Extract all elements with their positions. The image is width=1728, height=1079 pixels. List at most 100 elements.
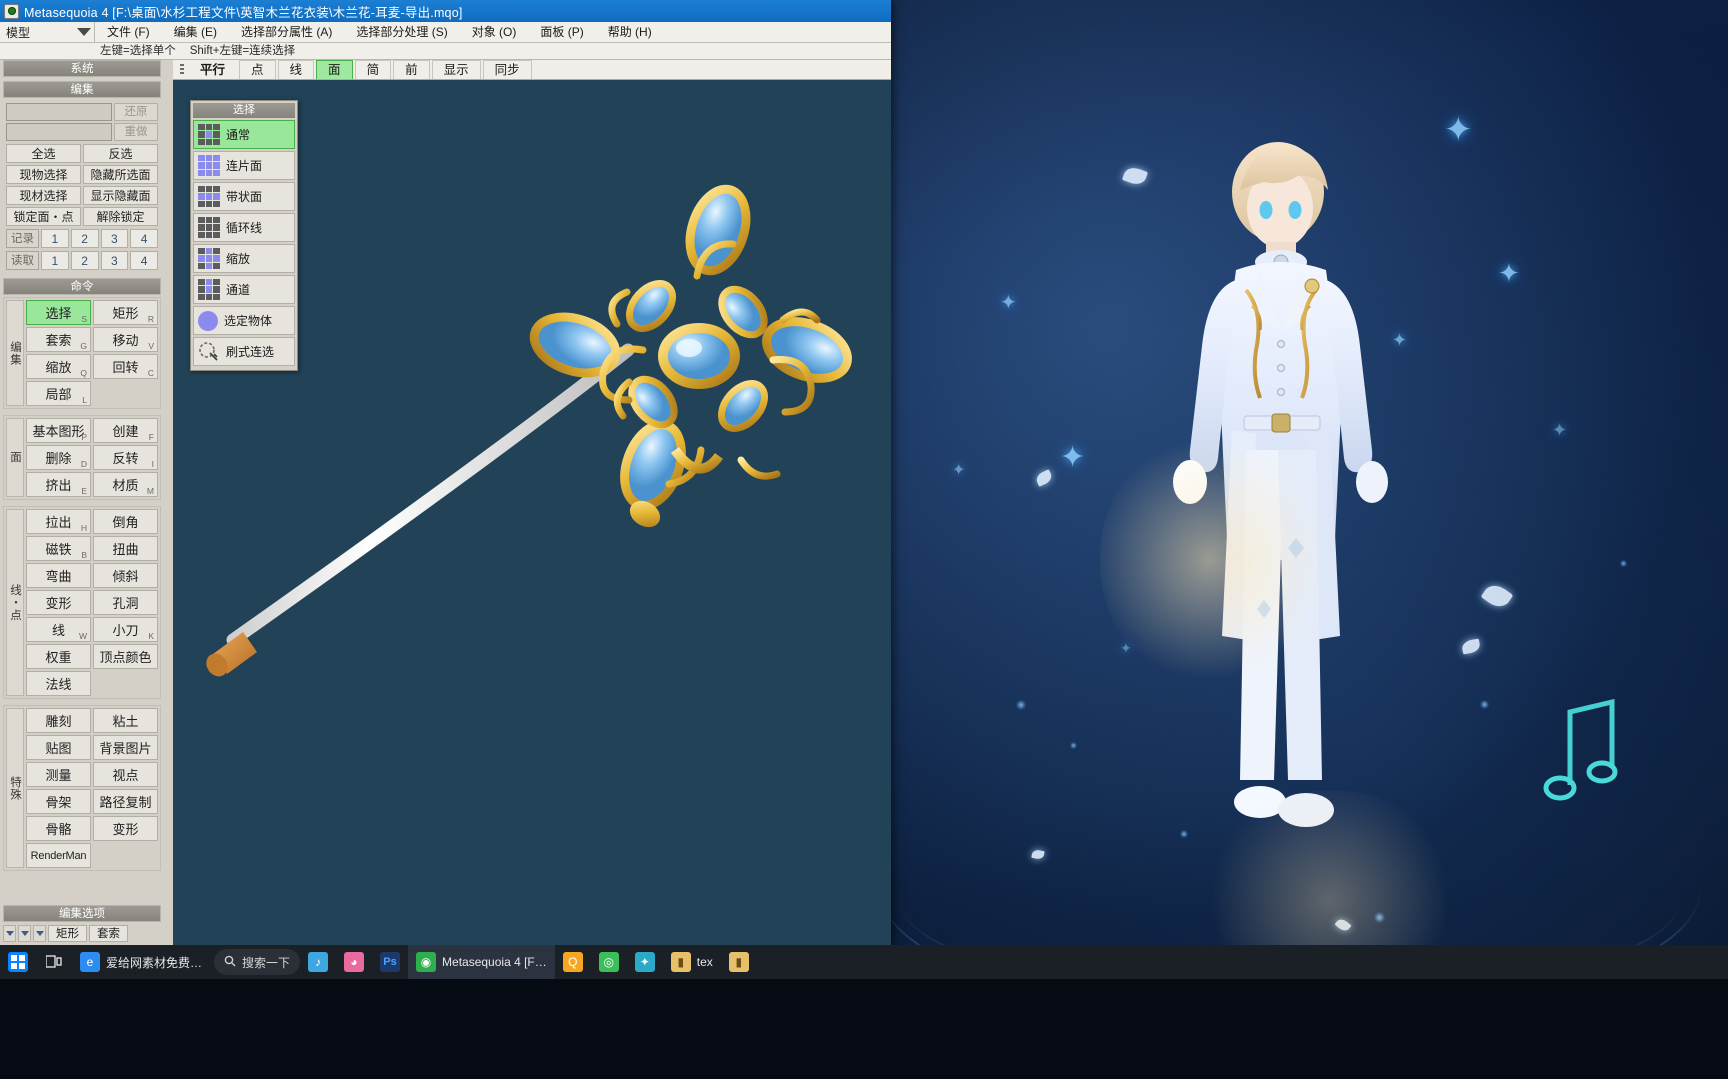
- cmd-background-image[interactable]: 背景图片: [93, 735, 158, 760]
- cmd-sculpt[interactable]: 雕刻: [26, 708, 91, 733]
- taskbar-item-qq[interactable]: Q: [555, 945, 591, 979]
- invert-select-button[interactable]: 反选: [83, 144, 158, 163]
- tab-line[interactable]: 线: [277, 60, 315, 79]
- cmd-move[interactable]: 移动 V: [93, 327, 158, 352]
- cmd-magnet[interactable]: 磁铁 B: [26, 536, 91, 561]
- cmd-extrude[interactable]: 挤出 E: [26, 472, 91, 497]
- taskbar-item-folder-tex[interactable]: ▮ tex: [663, 945, 721, 979]
- lock-faces-points-button[interactable]: 锁定面・点: [6, 207, 81, 226]
- show-hidden-faces-button[interactable]: 显示隐藏面: [83, 186, 158, 205]
- cmd-twist[interactable]: 扭曲: [93, 536, 158, 561]
- record-slot-1[interactable]: 1: [41, 229, 69, 248]
- tab-point[interactable]: 点: [239, 60, 276, 79]
- load-slot-3[interactable]: 3: [100, 251, 129, 270]
- triangle-icon-1[interactable]: [3, 925, 16, 942]
- taskbar-item-music[interactable]: ♪: [300, 945, 336, 979]
- undo-button[interactable]: 还原: [114, 103, 158, 121]
- cmd-path-copy[interactable]: 路径复制: [93, 789, 158, 814]
- taskbar-item-folder-2[interactable]: ▮: [721, 945, 757, 979]
- cmd-renderman[interactable]: RenderMan: [26, 843, 91, 868]
- select-mode-object[interactable]: 选定物体: [193, 306, 295, 335]
- edit-option-lasso[interactable]: 套索: [89, 925, 128, 942]
- tab-front[interactable]: 前: [393, 60, 430, 79]
- cmd-morph[interactable]: 变形: [93, 816, 158, 841]
- select-mode-palette[interactable]: 选择 通常 连片面 带状面 循环线 缩放 通道 选定物体 刷式连选: [190, 100, 298, 371]
- mode-selector[interactable]: 模型: [0, 22, 95, 42]
- undo-field[interactable]: [6, 103, 112, 121]
- load-slot-2[interactable]: 2: [70, 251, 99, 270]
- cmd-measure[interactable]: 测量: [26, 762, 91, 787]
- select-mode-connected-faces[interactable]: 连片面: [193, 151, 295, 180]
- cmd-invert-face[interactable]: 反转 I: [93, 445, 158, 470]
- load-slot-4[interactable]: 4: [130, 251, 158, 270]
- taskbar-item-metasequoia[interactable]: ◉ Metasequoia 4 [F…: [408, 945, 555, 979]
- panel-header-command[interactable]: 命令: [3, 278, 161, 295]
- tab-parallel[interactable]: 平行: [188, 60, 238, 79]
- taskbar-item-blender[interactable]: ✦: [627, 945, 663, 979]
- viewport-3d[interactable]: 选择 通常 连片面 带状面 循环线 缩放 通道 选定物体 刷式连选: [173, 80, 891, 945]
- record-slot-2[interactable]: 2: [70, 229, 99, 248]
- task-view-button[interactable]: [36, 945, 72, 979]
- tab-simple[interactable]: 简: [354, 60, 392, 79]
- cmd-bend[interactable]: 弯曲: [26, 563, 91, 588]
- cmd-local[interactable]: 局部 L: [26, 381, 91, 406]
- cmd-primitive[interactable]: 基本图形 P: [26, 418, 91, 443]
- cmd-create[interactable]: 创建 F: [93, 418, 158, 443]
- cmd-clay[interactable]: 粘土: [93, 708, 158, 733]
- edit-option-rect[interactable]: 矩形: [48, 925, 87, 942]
- cmd-scale[interactable]: 缩放 Q: [26, 354, 91, 379]
- select-all-button[interactable]: 全选: [6, 144, 81, 163]
- record-slot-4[interactable]: 4: [130, 229, 158, 248]
- select-mode-path[interactable]: 通道: [193, 275, 295, 304]
- menu-object[interactable]: 对象 (O): [460, 22, 529, 43]
- tabstrip-drag-handle[interactable]: [176, 60, 188, 79]
- cmd-pull[interactable]: 拉出 H: [26, 509, 91, 534]
- cmd-uv-map[interactable]: 贴图: [26, 735, 91, 760]
- taskbar-item-paint[interactable]: ◕: [336, 945, 372, 979]
- taskbar-item-photoshop[interactable]: Ps: [372, 945, 408, 979]
- cmd-bevel[interactable]: 倒角: [93, 509, 158, 534]
- select-current-object-button[interactable]: 现物选择: [6, 165, 81, 184]
- panel-header-system[interactable]: 系统: [3, 60, 161, 77]
- redo-button[interactable]: 重做: [114, 123, 158, 141]
- cmd-line[interactable]: 线 W: [26, 617, 91, 642]
- select-mode-brush[interactable]: 刷式连选: [193, 337, 295, 366]
- tab-face[interactable]: 面: [316, 60, 353, 79]
- menu-edit[interactable]: 编集 (E): [162, 22, 229, 43]
- cmd-deform[interactable]: 变形: [26, 590, 91, 615]
- select-mode-scale[interactable]: 缩放: [193, 244, 295, 273]
- cmd-knife[interactable]: 小刀 K: [93, 617, 158, 642]
- taskbar-search[interactable]: 搜索一下: [214, 949, 301, 975]
- tab-display[interactable]: 显示: [431, 60, 481, 79]
- cmd-viewpoint[interactable]: 视点: [93, 762, 158, 787]
- taskbar-item-browser[interactable]: e 爱给网素材免费…: [72, 945, 210, 979]
- cmd-select[interactable]: 选择 S: [26, 300, 91, 325]
- cmd-delete[interactable]: 删除 D: [26, 445, 91, 470]
- panel-header-edit-options[interactable]: 编集选项: [3, 905, 161, 922]
- cmd-vertex-color[interactable]: 顶点颜色: [93, 644, 158, 669]
- select-current-material-button[interactable]: 现材选择: [6, 186, 81, 205]
- menu-file[interactable]: 文件 (F): [95, 22, 162, 43]
- cmd-lasso[interactable]: 套索 G: [26, 327, 91, 352]
- hide-selected-faces-button[interactable]: 隐藏所选面: [83, 165, 158, 184]
- menu-panel[interactable]: 面板 (P): [528, 22, 595, 43]
- cmd-weight[interactable]: 权重: [26, 644, 91, 669]
- select-mode-normal[interactable]: 通常: [193, 120, 295, 149]
- menu-select-attr[interactable]: 选择部分属性 (A): [229, 22, 344, 43]
- select-mode-loop-line[interactable]: 循环线: [193, 213, 295, 242]
- triangle-icon-3[interactable]: [33, 925, 46, 942]
- cmd-bone[interactable]: 骨骼: [26, 816, 91, 841]
- unlock-button[interactable]: 解除锁定: [83, 207, 158, 226]
- menu-help[interactable]: 帮助 (H): [596, 22, 664, 43]
- triangle-icon-2[interactable]: [18, 925, 31, 942]
- cmd-shear[interactable]: 倾斜: [93, 563, 158, 588]
- cmd-material[interactable]: 材质 M: [93, 472, 158, 497]
- menu-select-process[interactable]: 选择部分处理 (S): [344, 22, 459, 43]
- record-slot-3[interactable]: 3: [100, 229, 129, 248]
- select-mode-band-faces[interactable]: 带状面: [193, 182, 295, 211]
- cmd-rotate[interactable]: 回转 C: [93, 354, 158, 379]
- tab-sync[interactable]: 同步: [482, 60, 532, 79]
- redo-field[interactable]: [6, 123, 112, 141]
- cmd-rect[interactable]: 矩形 R: [93, 300, 158, 325]
- cmd-normal[interactable]: 法线: [26, 671, 91, 696]
